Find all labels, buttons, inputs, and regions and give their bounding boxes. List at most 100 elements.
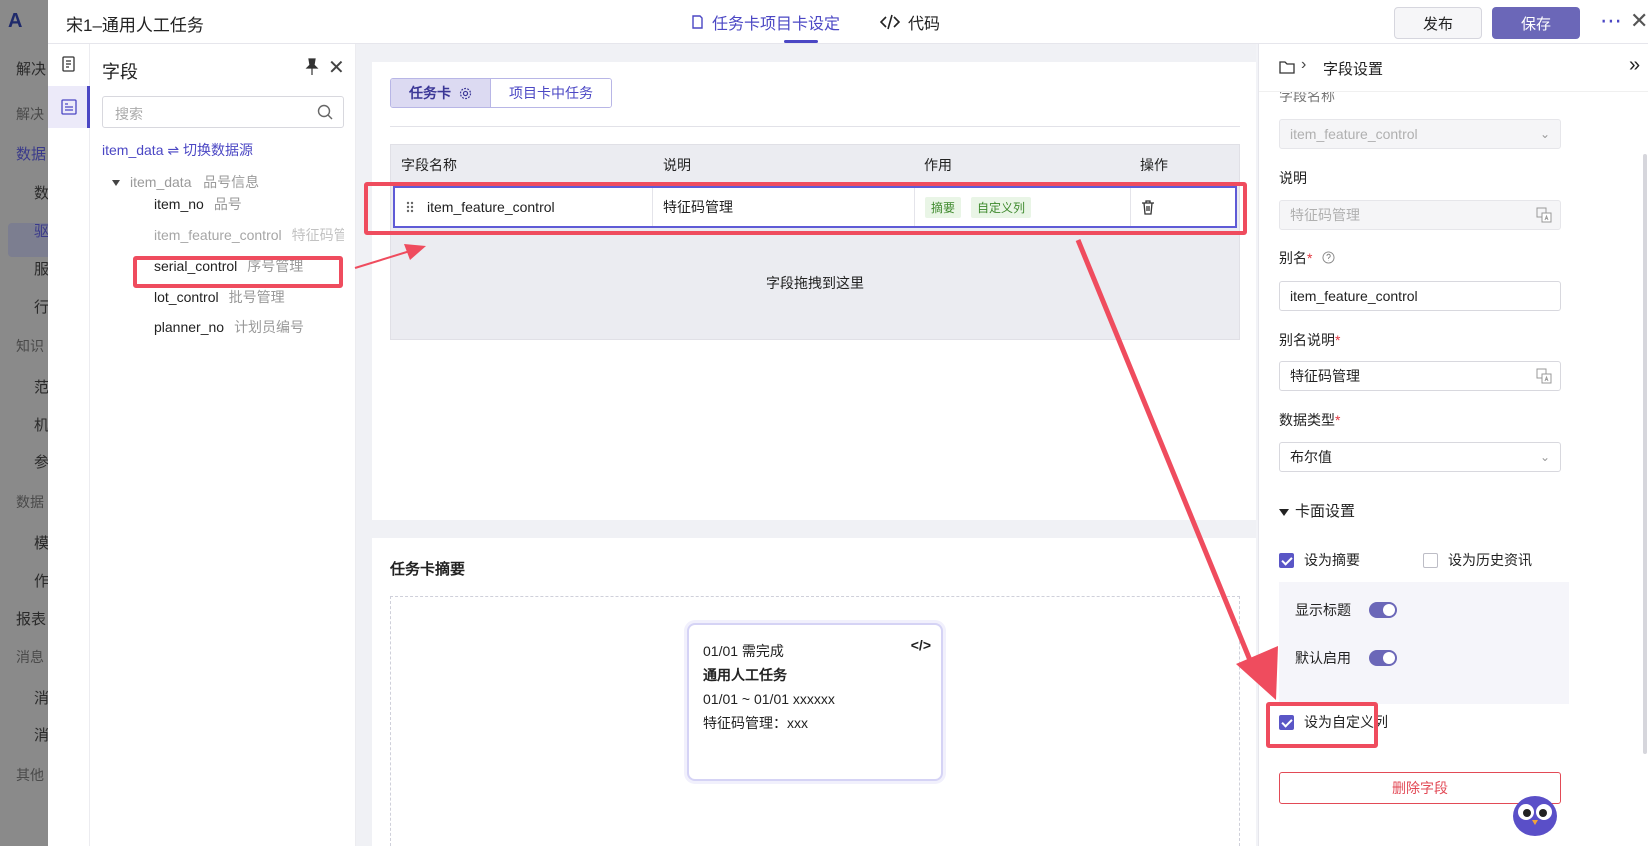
- close-icon[interactable]: ✕: [1630, 8, 1648, 34]
- nav-section: 其他: [16, 767, 44, 783]
- card-settings-section[interactable]: 卡面设置: [1279, 500, 1355, 521]
- data-type-label: 数据类型*: [1279, 410, 1340, 430]
- task-card-preview[interactable]: </> 01/01 需完成 通用人工任务 01/01 ~ 01/01 xxxxx…: [687, 623, 943, 781]
- caret-down-icon: [1279, 508, 1289, 516]
- gear-icon[interactable]: [459, 87, 472, 100]
- show-title-toggle-row: 显示标题: [1295, 600, 1397, 620]
- field-list-icon[interactable]: [61, 99, 77, 115]
- tree-item-name: item_feature_control: [154, 227, 282, 243]
- nav-item[interactable]: 机: [34, 414, 49, 435]
- cell-function: 摘要 自定义列: [915, 188, 1131, 226]
- tree-item[interactable]: item_no 品号: [154, 194, 344, 214]
- seg-project-task[interactable]: 项目卡中任务: [491, 79, 611, 107]
- nav-section: 消息: [16, 649, 44, 665]
- nav-item[interactable]: 服: [34, 258, 49, 279]
- row-description: 特征码管理: [663, 199, 733, 215]
- drop-zone-hint[interactable]: 字段拖拽到这里: [391, 273, 1239, 293]
- alias-input[interactable]: item_feature_control: [1279, 281, 1561, 311]
- caret-down-icon[interactable]: [112, 180, 120, 187]
- tab-code[interactable]: 代码: [880, 10, 940, 34]
- search-input[interactable]: 搜索: [102, 96, 344, 128]
- required-mark: *: [1335, 412, 1341, 428]
- alias-label-text: 别名: [1279, 250, 1307, 266]
- set-custom-column-checkbox[interactable]: 设为自定义列: [1279, 712, 1388, 732]
- field-panel-title: 字段: [102, 62, 138, 82]
- collapse-panel-icon[interactable]: »: [1629, 54, 1640, 77]
- save-button[interactable]: 保存: [1492, 7, 1580, 39]
- field-panel: 字段 ✕ 搜索 item_data ⇌ 切换数据源 item_data 品号信息…: [90, 44, 356, 846]
- set-summary-checkbox[interactable]: 设为摘要: [1279, 550, 1360, 570]
- set-summary-label: 设为摘要: [1304, 552, 1360, 568]
- cell-action: [1131, 188, 1235, 226]
- seg-task-label: 任务卡: [409, 85, 451, 101]
- drag-handle-icon[interactable]: [405, 200, 415, 214]
- data-type-value: 布尔值: [1290, 449, 1332, 465]
- nav-item[interactable]: 消: [34, 687, 49, 708]
- tree-item[interactable]: item_feature_control 特征码管理: [154, 225, 344, 245]
- default-enable-switch[interactable]: [1369, 650, 1397, 666]
- tree-item[interactable]: lot_control 批号管理: [154, 287, 344, 307]
- book-icon: [692, 15, 703, 29]
- description-input[interactable]: 特征码管理: [1279, 200, 1561, 230]
- tree-item[interactable]: planner_no 计划员编号: [154, 317, 344, 337]
- trash-icon[interactable]: [1141, 199, 1155, 215]
- folder-icon[interactable]: [1279, 60, 1295, 74]
- tree-item-desc: 序号管理: [247, 258, 304, 274]
- nav-item[interactable]: 解决: [16, 58, 46, 79]
- preview-title: 通用人工任务: [703, 667, 787, 683]
- scrollbar[interactable]: [1643, 154, 1647, 754]
- nav-item[interactable]: 作: [34, 570, 49, 591]
- summary-options: 显示标题 默认启用: [1279, 582, 1569, 704]
- switch-datasource-link[interactable]: item_data ⇌ 切换数据源: [102, 140, 253, 160]
- translate-icon[interactable]: [1536, 207, 1552, 223]
- nav-item[interactable]: 驱: [34, 220, 49, 241]
- set-history-checkbox[interactable]: 设为历史资讯: [1423, 550, 1532, 570]
- close-panel-icon[interactable]: ✕: [328, 55, 345, 80]
- pin-icon[interactable]: [304, 58, 320, 76]
- tree-root-desc: 品号信息: [203, 174, 260, 190]
- assistant-mascot-icon[interactable]: [1510, 788, 1560, 836]
- alias-label: 别名*: [1279, 248, 1335, 268]
- nav-item[interactable]: 报表: [16, 608, 46, 629]
- nav-item[interactable]: 参: [34, 451, 49, 472]
- tree-item-desc: 特征码管理: [291, 227, 344, 243]
- search-icon: [317, 104, 333, 120]
- summary-title: 任务卡摘要: [390, 561, 466, 578]
- tree-item-name: item_no: [154, 196, 204, 212]
- seg-task-card[interactable]: 任务卡: [391, 79, 491, 107]
- nav-item[interactable]: 数: [34, 182, 49, 203]
- nav-item[interactable]: 行: [34, 296, 49, 317]
- publish-button[interactable]: 发布: [1394, 7, 1482, 39]
- settings-header: › 字段设置 »: [1259, 44, 1648, 92]
- document-icon[interactable]: [61, 56, 77, 72]
- card-settings-title: 卡面设置: [1295, 503, 1356, 520]
- show-title-switch[interactable]: [1369, 602, 1397, 618]
- nav-item[interactable]: 消: [34, 724, 49, 745]
- field-name-select[interactable]: item_feature_control ⌄: [1279, 119, 1561, 149]
- preview-line: 01/01 ~ 01/01 xxxxxx: [703, 691, 835, 707]
- nav-item[interactable]: 解决: [16, 104, 44, 124]
- code-toggle-icon[interactable]: </>: [911, 633, 931, 657]
- chevron-down-icon: ⌄: [1539, 127, 1550, 141]
- nav-item[interactable]: 模: [34, 532, 49, 553]
- default-enable-toggle-row: 默认启用: [1295, 648, 1397, 668]
- set-custom-column-label: 设为自定义列: [1304, 714, 1388, 730]
- translate-icon[interactable]: [1536, 368, 1552, 384]
- tree-root[interactable]: item_data 品号信息: [112, 172, 259, 192]
- required-mark: *: [1307, 250, 1313, 266]
- more-icon[interactable]: ⋯: [1600, 8, 1623, 34]
- col-field-name: 字段名称: [401, 157, 457, 173]
- table-row[interactable]: item_feature_control 特征码管理 摘要 自定义列: [393, 186, 1237, 228]
- col-action: 操作: [1140, 157, 1168, 173]
- nav-item[interactable]: 数据: [16, 143, 46, 164]
- alias-desc-input[interactable]: 特征码管理: [1279, 361, 1561, 391]
- tree-item[interactable]: serial_control 序号管理: [154, 256, 344, 276]
- table-header: 字段名称 说明 作用 操作: [391, 145, 1239, 185]
- data-type-select[interactable]: 布尔值 ⌄: [1279, 442, 1561, 472]
- nav-item[interactable]: 范: [34, 376, 49, 397]
- tab-card-settings-label: 任务卡项目卡设定: [712, 16, 841, 33]
- tab-card-settings[interactable]: 任务卡项目卡设定: [690, 10, 840, 34]
- help-icon[interactable]: [1322, 251, 1335, 264]
- field-config-card: 任务卡 项目卡中任务 字段名称 说明 作用 操作 item_feature_co…: [372, 62, 1256, 520]
- chevron-down-icon: ⌄: [1539, 450, 1550, 464]
